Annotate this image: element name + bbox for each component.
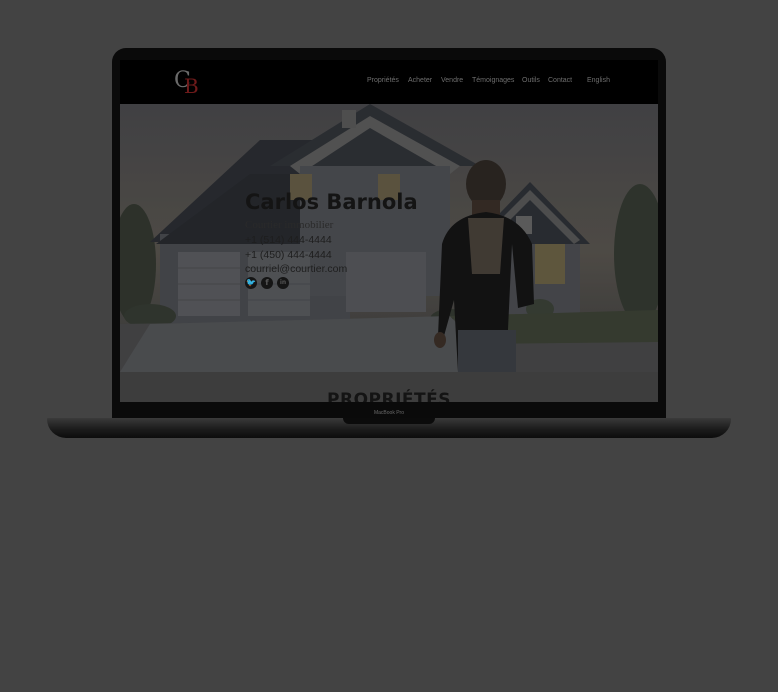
section-title: PROPRIÉTÉS	[327, 390, 451, 402]
phone-1[interactable]: +1 (514) 444-4444	[245, 234, 332, 246]
hero-banner: Carlos Barnola Courtier immobilier +1 (5…	[120, 104, 658, 372]
site-header: C B Propriétés Acheter Vendre Témoignage…	[120, 60, 658, 104]
nav-contact[interactable]: Contact	[548, 77, 572, 84]
laptop-model-label: MacBook Pro	[373, 410, 404, 416]
logo[interactable]: C B	[174, 68, 206, 98]
nav-acheter[interactable]: Acheter	[408, 77, 432, 84]
laptop-screen: C B Propriétés Acheter Vendre Témoignage…	[120, 60, 658, 402]
properties-section: PROPRIÉTÉS	[120, 372, 658, 402]
agent-title: Courtier immobilier	[245, 219, 334, 231]
logo-letter-b: B	[184, 74, 199, 98]
email-link[interactable]: courriel@courtier.com	[245, 263, 347, 275]
language-switch[interactable]: English	[587, 77, 610, 84]
laptop-notch	[343, 418, 435, 424]
linkedin-icon[interactable]: in	[277, 277, 289, 289]
twitter-icon[interactable]: 🐦	[245, 277, 257, 289]
agent-name: Carlos Barnola	[245, 190, 418, 214]
hero-dim-overlay	[120, 104, 658, 372]
nav-outils[interactable]: Outils	[522, 77, 540, 84]
facebook-icon[interactable]: f	[261, 277, 273, 289]
nav-proprietes[interactable]: Propriétés	[367, 77, 399, 84]
nav-vendre[interactable]: Vendre	[441, 77, 463, 84]
phone-2[interactable]: +1 (450) 444-4444	[245, 249, 332, 261]
nav-temoignages[interactable]: Témoignages	[472, 77, 514, 84]
